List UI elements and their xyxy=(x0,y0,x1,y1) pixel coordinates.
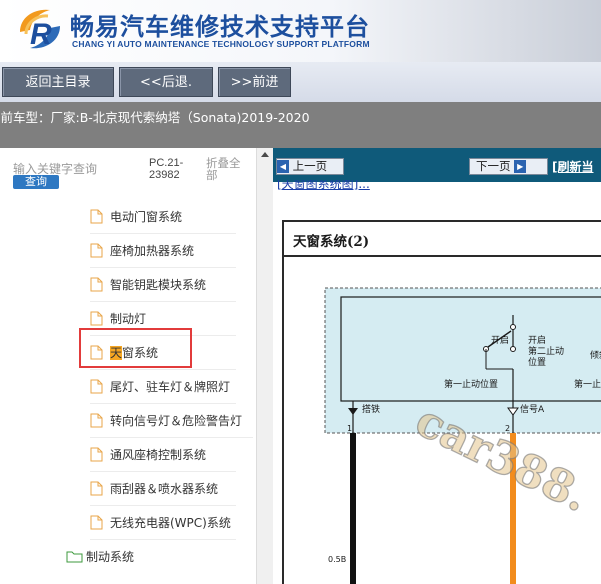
document-icon xyxy=(90,447,103,462)
vehicle-model-bar: 当前车型：厂家:B-北京现代索纳塔（Sonata)2019-2020 xyxy=(0,102,601,148)
tree-item[interactable]: 座椅加热器系统 xyxy=(90,234,236,268)
label-ground: 搭铁 xyxy=(362,403,380,415)
label-open: 开启 xyxy=(491,334,509,346)
right-arrow-icon: ▶ xyxy=(514,160,527,173)
sidebar-scrollbar[interactable] xyxy=(256,148,273,584)
logo-icon: R xyxy=(20,9,60,51)
selection-box xyxy=(79,328,192,368)
label-open-2: 开启 xyxy=(528,334,546,346)
diagram-title: 天窗系统(2) xyxy=(293,234,370,250)
tree-item-label: 无线充电器(WPC)系统 xyxy=(110,516,231,530)
tree-item-label: 制动灯 xyxy=(110,312,147,326)
document-toolbar: ◀ 上一页 下一页 ▶ [刷新当 xyxy=(273,148,601,182)
scroll-up-arrow-icon[interactable] xyxy=(261,152,269,157)
collapse-all-button[interactable]: 折叠全部 xyxy=(206,157,246,181)
document-icon xyxy=(90,413,103,428)
left-arrow-icon: ◀ xyxy=(277,160,289,173)
label-first-stop-right: 第一止动 xyxy=(574,378,601,390)
next-page-button[interactable]: 下一页 ▶ xyxy=(469,158,548,175)
tree-item[interactable]: 电动门窗系统 xyxy=(90,200,236,234)
system-diagram-link[interactable]: [天窗图系统图]... xyxy=(277,180,370,192)
document-pane: ◀ 上一页 下一页 ▶ [刷新当 [天窗图系统图]... 天窗系统(2) 开启 … xyxy=(273,148,601,584)
document-icon xyxy=(90,243,103,258)
forward-button[interactable]: >>前进 xyxy=(218,67,291,97)
tree-item[interactable]: 尾灯、驻车灯＆牌照灯 xyxy=(90,370,236,404)
pc-code: PC.21- 23982 xyxy=(149,157,183,181)
tree-item-label: 尾灯、驻车灯＆牌照灯 xyxy=(110,380,231,394)
platform-title: 畅易汽车维修技术支持平台 xyxy=(70,13,370,41)
document-icon xyxy=(90,379,103,394)
next-page-label: 下一页 xyxy=(476,159,511,173)
tree-item[interactable]: 通风座椅控制系统 xyxy=(90,438,236,472)
tree-item[interactable]: 雨刮器＆喷水器系统 xyxy=(90,472,236,506)
pc-code-line2: 23982 xyxy=(149,169,180,181)
platform-subtitle: CHANG YI AUTO MAINTENANCE TECHNOLOGY SUP… xyxy=(72,39,370,49)
tree-item-label: 电动门窗系统 xyxy=(110,210,183,224)
tree-folder[interactable]: 制动系统 xyxy=(66,540,236,574)
wire-size-label: 0.5B xyxy=(328,555,346,564)
tree-item-label: 智能钥匙模块系统 xyxy=(110,278,207,292)
tree-item[interactable]: 转向信号灯＆危险警告灯 xyxy=(90,404,253,438)
wire-ground-black xyxy=(350,433,356,584)
label-signal: 信号A xyxy=(520,403,545,415)
prev-page-button[interactable]: ◀ 上一页 xyxy=(276,158,344,175)
vehicle-model-text: 当前车型：厂家:B-北京现代索纳塔（Sonata)2019-2020 xyxy=(0,110,310,125)
nav-bar: 返回主目录 <<后退. >>前进 xyxy=(0,62,601,102)
sidebar: 输入关键字查询 查询 PC.21- 23982 折叠全部 电动门窗系统 座椅加热… xyxy=(0,148,256,584)
pin-1: 1 xyxy=(347,424,352,433)
tree-item-label: 通风座椅控制系统 xyxy=(110,448,207,462)
label-first-stop: 第一止动位置 xyxy=(444,378,498,390)
label-second-stop: 第二止动 xyxy=(528,345,564,357)
back-to-main-button[interactable]: 返回主目录 xyxy=(2,67,114,97)
document-icon xyxy=(90,481,103,496)
folder-icon xyxy=(66,551,83,563)
logo-letter: R xyxy=(30,18,52,51)
document-icon xyxy=(90,515,103,530)
document-icon xyxy=(90,209,103,224)
tree-item-label: 座椅加热器系统 xyxy=(110,244,195,258)
search-button[interactable]: 查询 xyxy=(13,175,59,189)
prev-page-label: 上一页 xyxy=(292,159,328,173)
refresh-link[interactable]: [刷新当 xyxy=(552,158,594,175)
label-tilt: 倾斜 xyxy=(590,349,601,361)
back-button[interactable]: <<后退. xyxy=(119,67,213,97)
tree-item[interactable]: 智能钥匙模块系统 xyxy=(90,268,236,302)
tree-item[interactable]: 无线充电器(WPC)系统 xyxy=(90,506,236,540)
pc-code-line1: PC.21- xyxy=(149,157,184,169)
tree-item-label: 转向信号灯＆危险警告灯 xyxy=(110,414,243,428)
label-position: 位置 xyxy=(528,356,546,368)
tree-folder-label: 制动系统 xyxy=(86,550,135,564)
app-header: R 畅易汽车维修技术支持平台 CHANG YI AUTO MAINTENANCE… xyxy=(0,0,601,62)
tree-item-label: 雨刮器＆喷水器系统 xyxy=(110,482,219,496)
document-icon xyxy=(90,311,103,326)
document-icon xyxy=(90,277,103,292)
